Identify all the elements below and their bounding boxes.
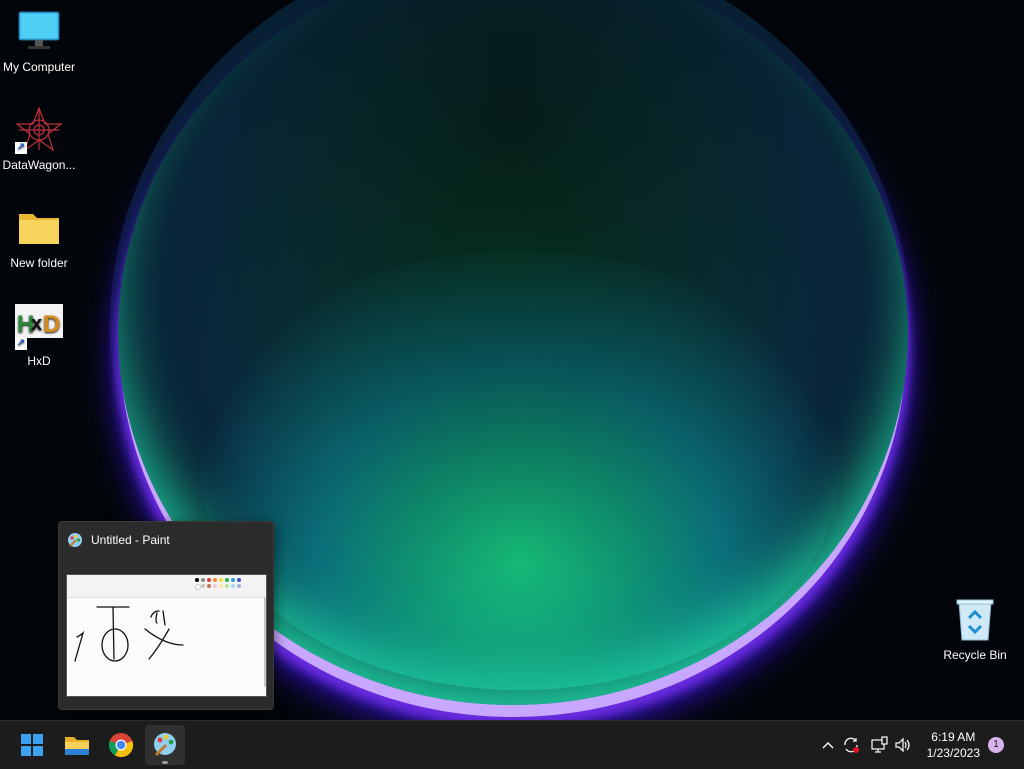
taskbar-paint-button[interactable] xyxy=(145,725,185,765)
taskbar-file-explorer-button[interactable] xyxy=(57,725,97,765)
recycle-bin-icon xyxy=(951,596,999,644)
notification-badge[interactable]: 1 xyxy=(988,737,1004,753)
desktop-icon-new-folder[interactable]: New folder xyxy=(0,204,79,270)
desktop-icon-label: HxD xyxy=(27,354,51,368)
chrome-icon xyxy=(108,733,134,758)
volume-icon[interactable] xyxy=(894,736,912,754)
preview-window-title: Untitled - Paint xyxy=(91,533,170,547)
shortcut-arrow-icon: ↗ xyxy=(15,338,27,350)
paint-icon xyxy=(154,733,176,757)
desktop-icon-my-computer[interactable]: My Computer xyxy=(0,8,79,74)
taskbar-thumbnail-preview[interactable]: Untitled - Paint xyxy=(58,521,274,710)
svg-text:D: D xyxy=(43,311,60,338)
clock-time: 6:19 AM xyxy=(931,730,976,744)
paint-canvas-drawing xyxy=(74,606,184,662)
paint-window-thumbnail xyxy=(66,574,267,697)
clock-date: 1/23/2023 xyxy=(926,746,980,760)
svg-text:x: x xyxy=(31,313,42,335)
desktop-icon-datawagon[interactable]: ↗ DataWagon... xyxy=(0,106,79,172)
desktop-icon-recycle-bin[interactable]: Recycle Bin xyxy=(935,596,1015,662)
paint-icon xyxy=(67,532,83,548)
windows-start-icon xyxy=(21,734,43,756)
running-indicator xyxy=(162,761,168,764)
taskbar: 6:19 AM 1/23/2023 1 xyxy=(0,720,1024,769)
paint-ribbon xyxy=(67,575,266,598)
taskbar-clock[interactable]: 6:19 AM 1/23/2023 xyxy=(927,729,980,761)
folder-icon xyxy=(15,204,63,252)
desktop-icon-label: Recycle Bin xyxy=(943,648,1007,662)
hxd-icon: H x D ↗ xyxy=(15,302,63,350)
start-button[interactable] xyxy=(12,725,52,765)
chevron-up-icon[interactable] xyxy=(820,737,836,753)
system-tray xyxy=(818,721,918,769)
network-icon[interactable] xyxy=(870,736,888,754)
datawagon-icon: ↗ xyxy=(15,106,63,154)
taskbar-chrome-button[interactable] xyxy=(101,725,141,765)
shortcut-arrow-icon: ↗ xyxy=(15,142,27,154)
desktop-icon-hxd[interactable]: H x D ↗ HxD xyxy=(0,302,79,368)
sync-icon[interactable] xyxy=(842,736,860,754)
desktop-icon-label: New folder xyxy=(10,256,68,270)
desktop-icon-label: DataWagon... xyxy=(2,158,76,172)
desktop-icon-label: My Computer xyxy=(2,60,76,74)
file-explorer-icon xyxy=(65,737,89,755)
computer-icon xyxy=(15,8,63,56)
